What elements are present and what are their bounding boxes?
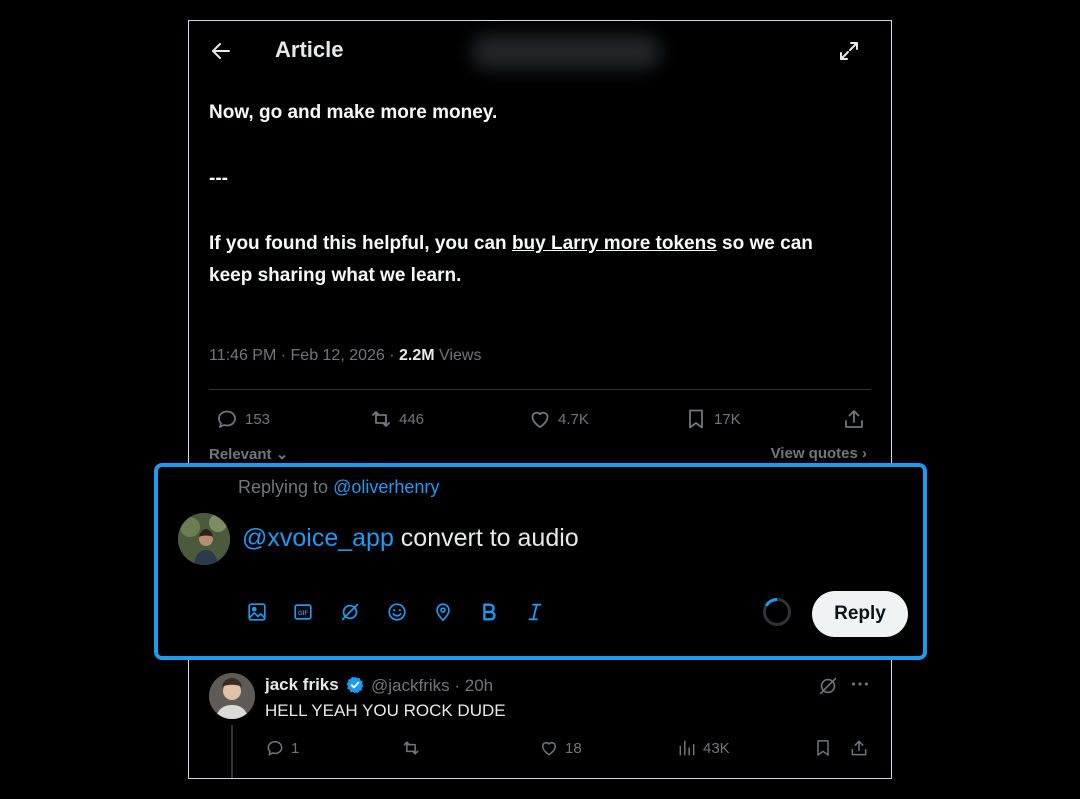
reply-button[interactable]: Reply — [812, 591, 908, 637]
views-icon — [679, 740, 695, 756]
chevron-right-icon: › — [857, 445, 867, 462]
bold-button[interactable] — [476, 599, 502, 625]
like-action[interactable]: 4.7K — [528, 405, 589, 433]
article-text: so we can — [716, 233, 813, 254]
reply-icon — [267, 741, 283, 756]
gif-button[interactable]: GIF — [290, 599, 316, 625]
comment-handle[interactable]: @jackfriks · 20h — [371, 676, 493, 696]
replying-to-handle[interactable]: @oliverhenry — [333, 477, 439, 497]
comment-share-action[interactable] — [849, 737, 869, 759]
page-title: Article — [275, 37, 344, 62]
share-icon — [845, 410, 863, 428]
article-paragraph: keep sharing what we learn. — [209, 265, 462, 286]
sort-label: Relevant — [209, 446, 272, 463]
reply-text-input[interactable]: @xvoice_app convert to audio — [242, 524, 579, 553]
bookmark-action[interactable]: 17K — [684, 405, 741, 433]
bold-icon — [483, 603, 496, 621]
article-panel: Article Now, go and make more money. ---… — [188, 20, 892, 779]
comment-text: HELL YEAH YOU ROCK DUDE — [265, 701, 506, 720]
post-meta: 11:46 PM · Feb 12, 2026 · 2.2M Views — [209, 347, 481, 365]
view-quotes-label: View quotes — [770, 445, 858, 462]
grok-button[interactable] — [337, 599, 363, 625]
avatar[interactable] — [178, 513, 230, 565]
repost-icon — [372, 411, 390, 427]
post-timestamp[interactable]: 11:46 PM · Feb 12, 2026 · — [209, 347, 399, 364]
header: Article — [189, 21, 891, 81]
comment-view-count: 43K — [703, 739, 730, 757]
sort-relevant-dropdown[interactable]: Relevant ⌄ — [209, 445, 288, 463]
avatar[interactable] — [209, 673, 255, 719]
like-count: 4.7K — [558, 410, 589, 428]
image-icon — [248, 603, 266, 621]
grok-icon[interactable] — [817, 675, 839, 697]
bookmark-icon — [817, 740, 829, 756]
comment-author-name[interactable]: jack friks — [265, 675, 339, 695]
emoji-button[interactable] — [384, 599, 410, 625]
compose-body: convert to audio — [393, 524, 579, 552]
chevron-down-icon: ⌄ — [271, 446, 289, 463]
reply-icon — [218, 410, 236, 428]
replying-to-label: Replying to — [238, 477, 334, 497]
repost-action[interactable]: 446 — [369, 405, 424, 433]
comment-views-action[interactable]: 43K — [677, 737, 730, 759]
repost-icon — [403, 741, 419, 755]
comment-reply-action[interactable]: 1 — [265, 737, 299, 759]
divider — [209, 389, 871, 390]
comment-repost-action[interactable] — [401, 737, 421, 759]
comment-like-action[interactable]: 18 — [539, 737, 582, 759]
comment-like-count: 18 — [565, 739, 582, 757]
article-paragraph: Now, go and make more money. — [209, 102, 498, 123]
like-icon — [542, 742, 556, 756]
view-quotes-link[interactable]: View quotes › — [771, 445, 867, 462]
location-icon — [436, 603, 450, 622]
like-icon — [531, 411, 549, 428]
gif-icon: GIF — [294, 604, 312, 620]
buy-tokens-link[interactable]: buy Larry more tokens — [512, 233, 717, 254]
article-separator: --- — [209, 168, 228, 189]
comment-bookmark-action[interactable] — [813, 737, 833, 759]
reply-composer: Replying to @oliverhenry @xvoice_app con… — [154, 463, 927, 660]
image-button[interactable] — [244, 599, 270, 625]
italic-button[interactable] — [522, 599, 548, 625]
character-count-ring — [763, 598, 791, 626]
views-count: 2.2M — [399, 347, 435, 364]
article-paragraph: If you found this helpful, you can buy L… — [209, 228, 813, 260]
expand-icon[interactable] — [837, 39, 861, 63]
views-label: Views — [434, 347, 482, 364]
blurred-author-name — [471, 35, 661, 69]
more-icon[interactable] — [849, 673, 871, 695]
repost-count: 446 — [399, 410, 425, 428]
share-action[interactable] — [842, 405, 866, 433]
reply-count: 153 — [245, 410, 271, 428]
back-arrow-icon[interactable] — [209, 39, 233, 63]
location-button[interactable] — [430, 599, 456, 625]
bookmark-count: 17K — [714, 410, 741, 428]
bookmark-icon — [689, 409, 703, 429]
reply-action[interactable]: 153 — [215, 405, 270, 433]
thread-line — [231, 725, 233, 778]
comment-reply-count: 1 — [291, 739, 300, 757]
emoji-icon — [388, 603, 406, 621]
mention: @xvoice_app — [242, 524, 394, 552]
svg-text:GIF: GIF — [298, 611, 308, 617]
article-text: If you found this helpful, you can — [209, 233, 512, 254]
share-icon — [851, 740, 867, 756]
verified-badge-icon — [346, 676, 364, 694]
grok-icon — [341, 603, 359, 621]
italic-icon — [528, 603, 542, 621]
replying-to: Replying to @oliverhenry — [238, 477, 439, 498]
